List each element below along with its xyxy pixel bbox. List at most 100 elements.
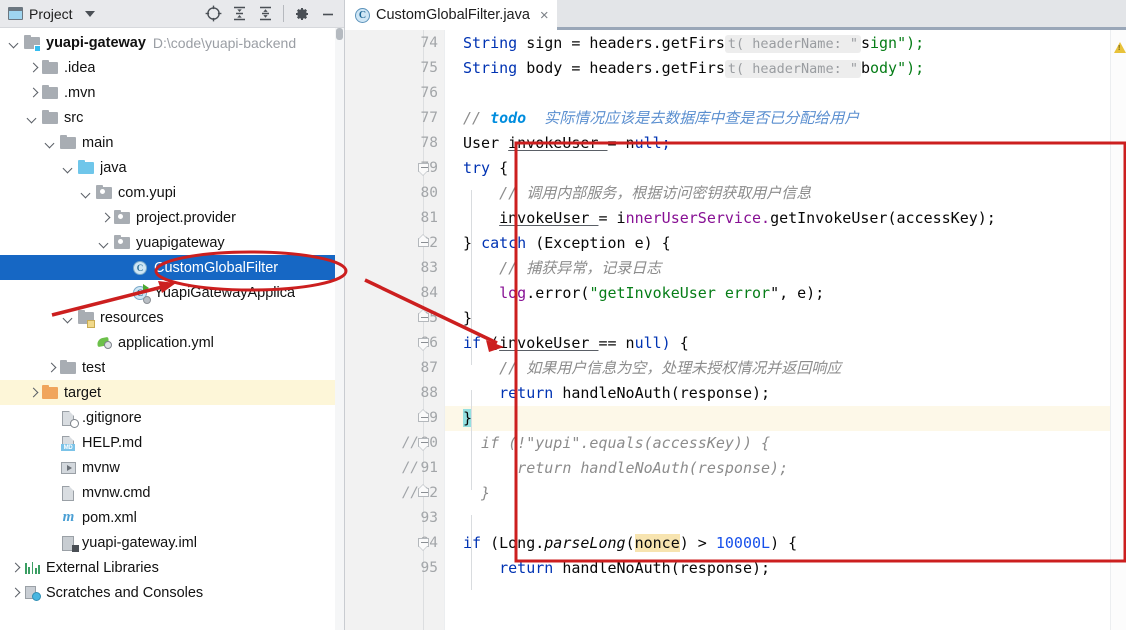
tree-item-yuapi-gateway[interactable]: yuapi-gateway D:\code\yuapi-backend — [0, 30, 344, 55]
code-line[interactable]: if (!"yupi".equals(accessKey)) { — [445, 431, 1126, 456]
code-line[interactable]: try { — [445, 156, 1126, 181]
code-line[interactable] — [445, 81, 1126, 106]
chevron-down-icon[interactable] — [26, 111, 39, 124]
tree-item-customglobalfilter[interactable]: C CustomGlobalFilter — [0, 255, 344, 280]
chevron-right-icon[interactable] — [26, 61, 39, 74]
fold-marker-end[interactable] — [418, 234, 430, 250]
tree-item-yuapigatewayapplica[interactable]: C YuapiGatewayApplica — [0, 280, 344, 305]
expand-all-icon[interactable] — [227, 2, 251, 26]
minimize-icon[interactable] — [316, 2, 340, 26]
chevron-down-icon[interactable] — [44, 136, 57, 149]
code-line[interactable]: // 调用内部服务，根据访问密钥获取用户信息 — [445, 181, 1126, 206]
tree-item-yuapi-gateway-iml[interactable]: yuapi-gateway.iml — [0, 530, 344, 555]
code-line[interactable]: return handleNoAuth(response); — [445, 456, 1126, 481]
tree-item-idea[interactable]: .idea — [0, 55, 344, 80]
tree-item-target[interactable]: target — [0, 380, 344, 405]
code-line[interactable]: log.error("getInvokeUser error", e); — [445, 281, 1126, 306]
project-file-tree[interactable]: yuapi-gateway D:\code\yuapi-backend .idea.… — [0, 28, 344, 630]
project-panel-header: Project — [0, 0, 344, 28]
folder-icon — [60, 359, 77, 376]
chevron-right-icon[interactable] — [26, 386, 39, 399]
tree-item-resources[interactable]: resources — [0, 305, 344, 330]
fold-marker-start[interactable] — [418, 538, 430, 551]
code-token: return handleNoAuth(response); — [463, 459, 789, 477]
code-token: return — [499, 384, 554, 402]
folder-icon — [42, 109, 59, 126]
tree-item-com-yupi[interactable]: com.yupi — [0, 180, 344, 205]
chevron-right-icon[interactable] — [8, 586, 21, 599]
code-line[interactable]: } — [445, 306, 1126, 331]
fold-marker-start[interactable] — [418, 438, 430, 451]
maven-file-icon: m — [62, 509, 75, 525]
fold-marker-start[interactable] — [418, 338, 430, 351]
close-icon[interactable]: × — [540, 7, 549, 24]
chevron-down-icon[interactable] — [98, 236, 111, 249]
collapse-all-icon[interactable] — [253, 2, 277, 26]
code-line[interactable]: invokeUser = innerUserService.getInvokeU… — [445, 206, 1126, 231]
code-line[interactable]: // todo 实际情况应该是去数据库中查是否已分配给用户 — [445, 106, 1126, 131]
tree-item-help-md[interactable]: MD HELP.md — [0, 430, 344, 455]
chevron-right-icon[interactable] — [26, 86, 39, 99]
chevron-right-icon[interactable] — [44, 361, 57, 374]
tree-item-project-provider[interactable]: project.provider — [0, 205, 344, 230]
code-line[interactable]: } — [445, 481, 1126, 506]
code-token: invokeUser — [499, 209, 599, 227]
line-number: 89 — [420, 410, 438, 426]
inspection-gutter[interactable] — [1110, 30, 1126, 630]
project-panel-title-group[interactable]: Project — [8, 6, 95, 22]
editor-tab-custom-global-filter[interactable]: C CustomGlobalFilter.java × — [345, 0, 557, 30]
code-line[interactable]: return handleNoAuth(response); — [445, 381, 1126, 406]
line-number: 81 — [420, 210, 438, 226]
cmd-file-icon — [60, 484, 77, 501]
chevron-down-icon[interactable] — [62, 161, 75, 174]
warning-triangle-icon[interactable] — [1114, 42, 1126, 53]
chevron-down-icon[interactable] — [80, 186, 93, 199]
project-tree-scrollbar[interactable] — [335, 28, 344, 630]
locate-target-icon[interactable] — [201, 2, 225, 26]
code-line[interactable]: return handleNoAuth(response); — [445, 556, 1126, 581]
code-token: catch — [481, 234, 527, 252]
chevron-right-icon[interactable] — [8, 561, 21, 574]
tree-item-main[interactable]: main — [0, 130, 344, 155]
code-line[interactable]: User invokeUser = null; — [445, 131, 1126, 156]
code-line[interactable]: } — [445, 406, 1126, 431]
tree-item-label: mvnw.cmd — [82, 484, 151, 501]
tree-item-src[interactable]: src — [0, 105, 344, 130]
fold-marker-start[interactable] — [418, 163, 430, 176]
gear-icon[interactable] — [290, 2, 314, 26]
tree-item-gitignore[interactable]: .gitignore — [0, 405, 344, 430]
editor-gutter[interactable]: 74 75 76 77 78 79 80 81 82 83 84 85 86 87 88 89 90//91//… — [345, 30, 445, 630]
chevron-down-icon[interactable] — [84, 10, 95, 17]
tree-item-application-yml[interactable]: application.yml — [0, 330, 344, 355]
chevron-down-icon[interactable] — [8, 36, 21, 49]
chevron-down-icon[interactable] — [62, 311, 75, 324]
code-line[interactable]: } catch (Exception e) { — [445, 231, 1126, 256]
line-number: 87 — [420, 360, 438, 376]
code-line[interactable]: if (invokeUser == null) { — [445, 331, 1126, 356]
tree-item-test[interactable]: test — [0, 355, 344, 380]
scrollbar-thumb[interactable] — [336, 28, 343, 40]
script-file-icon — [60, 459, 77, 476]
tree-item-mvnw[interactable]: mvnw — [0, 455, 344, 480]
code-token: t( headerName: " — [724, 60, 861, 78]
tree-item-mvn[interactable]: .mvn — [0, 80, 344, 105]
code-content[interactable]: String sign = headers.getFirs t( headerNa… — [445, 30, 1126, 630]
tree-item-yuapigateway[interactable]: yuapigateway — [0, 230, 344, 255]
fold-marker-end[interactable] — [418, 409, 430, 425]
fold-marker-end[interactable] — [418, 484, 430, 500]
code-line[interactable]: // 如果用户信息为空，处理未授权情况并返回响应 — [445, 356, 1126, 381]
tree-item-external-libraries[interactable]: External Libraries — [0, 555, 344, 580]
code-line[interactable]: String sign = headers.getFirs t( headerNa… — [445, 31, 1126, 56]
tree-item-java[interactable]: java — [0, 155, 344, 180]
tree-item-mvnw-cmd[interactable]: mvnw.cmd — [0, 480, 344, 505]
tree-item-scratches-and-consoles[interactable]: Scratches and Consoles — [0, 580, 344, 605]
tree-item-label: yuapigateway — [136, 234, 225, 251]
yaml-file-icon — [96, 334, 113, 351]
chevron-right-icon[interactable] — [98, 211, 111, 224]
tree-item-pom-xml[interactable]: m pom.xml — [0, 505, 344, 530]
code-line[interactable] — [445, 506, 1126, 531]
code-line[interactable]: if (Long.parseLong(nonce) > 10000L) { — [445, 531, 1126, 556]
fold-marker-end[interactable] — [418, 309, 430, 325]
code-line[interactable]: String body = headers.getFirs t( headerNa… — [445, 56, 1126, 81]
code-line[interactable]: // 捕获异常，记录日志 — [445, 256, 1126, 281]
